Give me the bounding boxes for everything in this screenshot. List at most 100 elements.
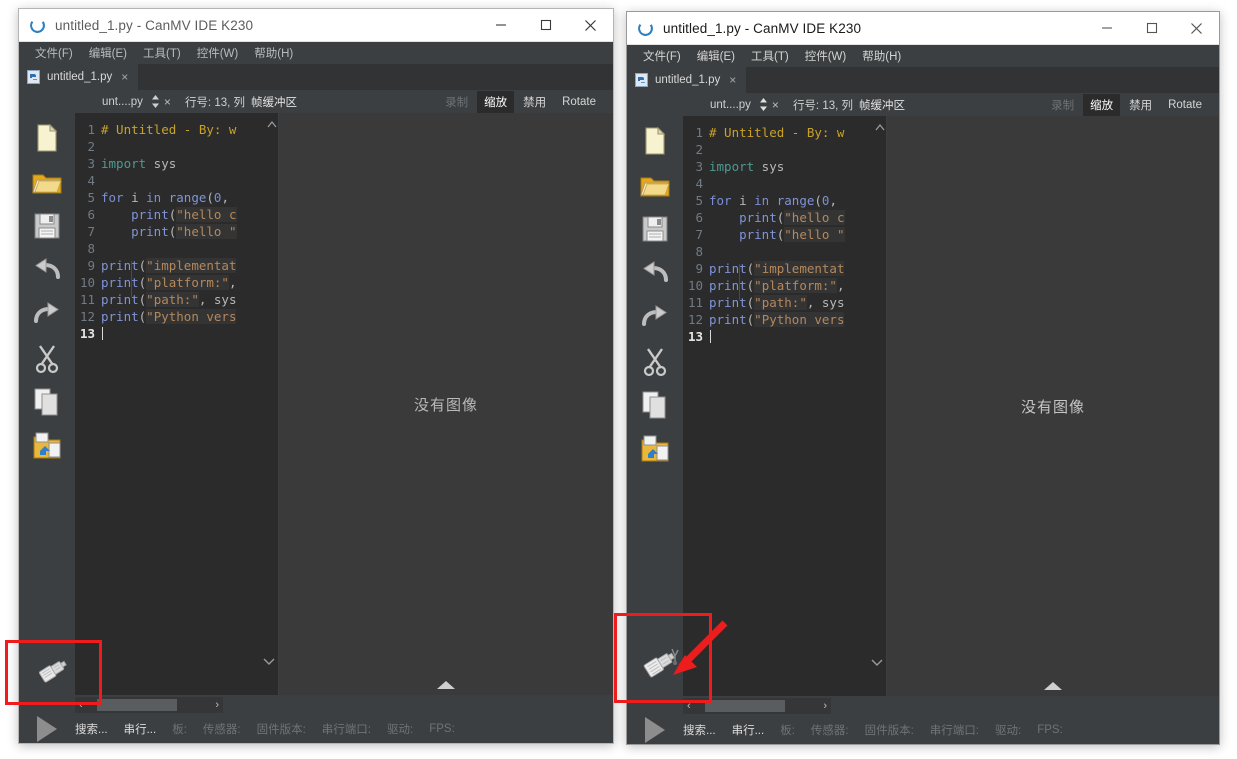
run-button[interactable] <box>19 716 75 742</box>
paste-icon[interactable] <box>30 429 64 463</box>
menu-widgets[interactable]: 控件(W) <box>797 46 855 66</box>
line-text[interactable] <box>101 138 278 155</box>
line-text[interactable] <box>101 240 278 257</box>
collapse-triangle-icon[interactable] <box>1044 682 1062 690</box>
menu-file[interactable]: 文件(F) <box>635 46 689 66</box>
redo-icon[interactable] <box>638 300 672 334</box>
status-serial[interactable]: 串行... <box>732 722 765 738</box>
code-line[interactable]: 9 print("implementat <box>75 257 278 274</box>
open-folder-icon[interactable] <box>638 168 672 202</box>
editor-toolbar[interactable]: unt....py × 行号: 13, 列 帧缓冲区 录制 缩放 禁用 Rota… <box>627 93 1219 116</box>
bottom-scroll-row[interactable]: ‹ › <box>627 696 1219 716</box>
line-text[interactable]: print("hello " <box>101 223 278 240</box>
frame-buffer-viewer[interactable]: 没有图像 <box>887 116 1219 696</box>
line-text[interactable]: # Untitled - By: w <box>101 121 278 138</box>
code-line[interactable]: 7 print("hello " <box>75 223 278 240</box>
menu-edit[interactable]: 编辑(E) <box>81 43 135 63</box>
code-line[interactable]: 12 print("Python vers <box>75 308 278 325</box>
maximize-icon[interactable] <box>1129 12 1174 44</box>
line-text[interactable]: print("hello c <box>101 206 278 223</box>
menu-bar[interactable]: 文件(F) 编辑(E) 工具(T) 控件(W) 帮助(H) <box>19 42 613 64</box>
status-bar[interactable]: 搜索... 串行... 板: 传感器: 固件版本: 串行端口: 驱动: FPS: <box>19 715 613 743</box>
line-text[interactable]: print("Python vers <box>101 308 278 325</box>
code-line[interactable]: 6 print("hello c <box>683 209 886 226</box>
code-line[interactable]: 2 <box>75 138 278 155</box>
record-button[interactable]: 录制 <box>1044 94 1081 116</box>
subbar-close-icon[interactable]: × <box>164 95 171 109</box>
code-line[interactable]: 9 print("implementat <box>683 260 886 277</box>
code-line[interactable]: 11 print("path:", sys <box>683 294 886 311</box>
line-text[interactable]: print("path:", sys <box>101 291 278 308</box>
file-tab-untitled[interactable]: untitled_1.py × <box>19 64 139 90</box>
close-icon[interactable] <box>568 9 613 41</box>
line-text[interactable]: print("platform:", <box>101 274 278 291</box>
line-text[interactable]: # Untitled - By: w <box>709 124 886 141</box>
save-icon[interactable] <box>638 212 672 246</box>
line-text[interactable]: print("platform:", <box>709 277 886 294</box>
hscroll-thumb[interactable] <box>705 700 785 712</box>
cut-icon[interactable] <box>30 341 64 375</box>
status-bar[interactable]: 搜索... 串行... 板: 传感器: 固件版本: 串行端口: 驱动: FPS: <box>627 716 1219 744</box>
vertical-toolbar[interactable] <box>627 116 683 696</box>
file-tab-close-icon[interactable]: × <box>119 71 130 83</box>
editor-hscrollbar[interactable]: ‹ › <box>683 698 831 714</box>
save-icon[interactable] <box>30 209 64 243</box>
menu-file[interactable]: 文件(F) <box>27 43 81 63</box>
record-button[interactable]: 录制 <box>438 91 475 113</box>
menu-bar[interactable]: 文件(F) 编辑(E) 工具(T) 控件(W) 帮助(H) <box>627 45 1219 67</box>
menu-tools[interactable]: 工具(T) <box>743 46 797 66</box>
maximize-icon[interactable] <box>523 9 568 41</box>
code-line[interactable]: 11 print("path:", sys <box>75 291 278 308</box>
vertical-toolbar[interactable] <box>19 113 75 695</box>
line-text[interactable]: print("hello c <box>709 209 886 226</box>
new-file-icon[interactable] <box>30 121 64 155</box>
minimize-icon[interactable] <box>1084 12 1129 44</box>
line-text[interactable]: import sys <box>709 158 886 175</box>
menu-tools[interactable]: 工具(T) <box>135 43 189 63</box>
hscroll-left-icon[interactable]: ‹ <box>687 700 691 712</box>
subbar-close-icon[interactable]: × <box>772 98 779 112</box>
bottom-scroll-row[interactable]: ‹ › <box>19 695 613 715</box>
subbar-file-label[interactable]: unt....py <box>102 96 143 108</box>
code-line[interactable]: 8 <box>683 243 886 260</box>
status-search[interactable]: 搜索... <box>683 722 716 738</box>
rotate-button[interactable]: Rotate <box>555 93 603 111</box>
status-search[interactable]: 搜索... <box>75 721 108 737</box>
paste-icon[interactable] <box>638 432 672 466</box>
editor-scroll-down-icon[interactable] <box>263 657 275 669</box>
status-serial[interactable]: 串行... <box>124 721 157 737</box>
canmv-ide-window-left[interactable]: untitled_1.py - CanMV IDE K230 文件(F) 编辑(… <box>18 8 614 744</box>
line-text[interactable]: for i in range(0, <box>709 192 886 209</box>
menu-edit[interactable]: 编辑(E) <box>689 46 743 66</box>
updown-spinner-icon[interactable] <box>759 98 768 111</box>
line-text[interactable]: print("implementat <box>709 260 886 277</box>
line-text[interactable]: print("implementat <box>101 257 278 274</box>
file-tab-strip[interactable]: untitled_1.py × <box>19 64 613 90</box>
title-bar[interactable]: untitled_1.py - CanMV IDE K230 <box>627 12 1219 45</box>
rotate-button[interactable]: Rotate <box>1161 96 1209 114</box>
code-line[interactable]: 2 <box>683 141 886 158</box>
code-line[interactable]: 1 # Untitled - By: w <box>75 121 278 138</box>
code-line[interactable]: 13 <box>75 325 278 342</box>
canmv-ide-window-right[interactable]: untitled_1.py - CanMV IDE K230 文件(F) 编辑(… <box>626 11 1220 745</box>
zoom-button[interactable]: 缩放 <box>477 90 515 113</box>
file-tab-untitled[interactable]: untitled_1.py × <box>627 67 747 93</box>
editor-toolbar[interactable]: unt....py × 行号: 13, 列 帧缓冲区 录制 缩放 禁用 Rota… <box>19 90 613 113</box>
subbar-file-label[interactable]: unt....py <box>710 99 751 111</box>
file-tab-close-icon[interactable]: × <box>727 74 738 86</box>
code-line[interactable]: 5 for i in range(0, <box>75 189 278 206</box>
editor-scroll-down-icon[interactable] <box>871 658 883 670</box>
code-line[interactable]: 13 <box>683 328 886 345</box>
hscroll-right-icon[interactable]: › <box>823 700 827 712</box>
editor-scroll-up-icon[interactable] <box>875 122 885 137</box>
line-text[interactable] <box>709 243 886 260</box>
code-line[interactable]: 5 for i in range(0, <box>683 192 886 209</box>
undo-icon[interactable] <box>638 256 672 290</box>
open-folder-icon[interactable] <box>30 165 64 199</box>
connect-device-button-left[interactable] <box>36 655 72 685</box>
menu-help[interactable]: 帮助(H) <box>854 46 909 66</box>
redo-icon[interactable] <box>30 297 64 331</box>
cut-icon[interactable] <box>638 344 672 378</box>
line-text[interactable] <box>709 328 886 345</box>
line-text[interactable] <box>709 141 886 158</box>
